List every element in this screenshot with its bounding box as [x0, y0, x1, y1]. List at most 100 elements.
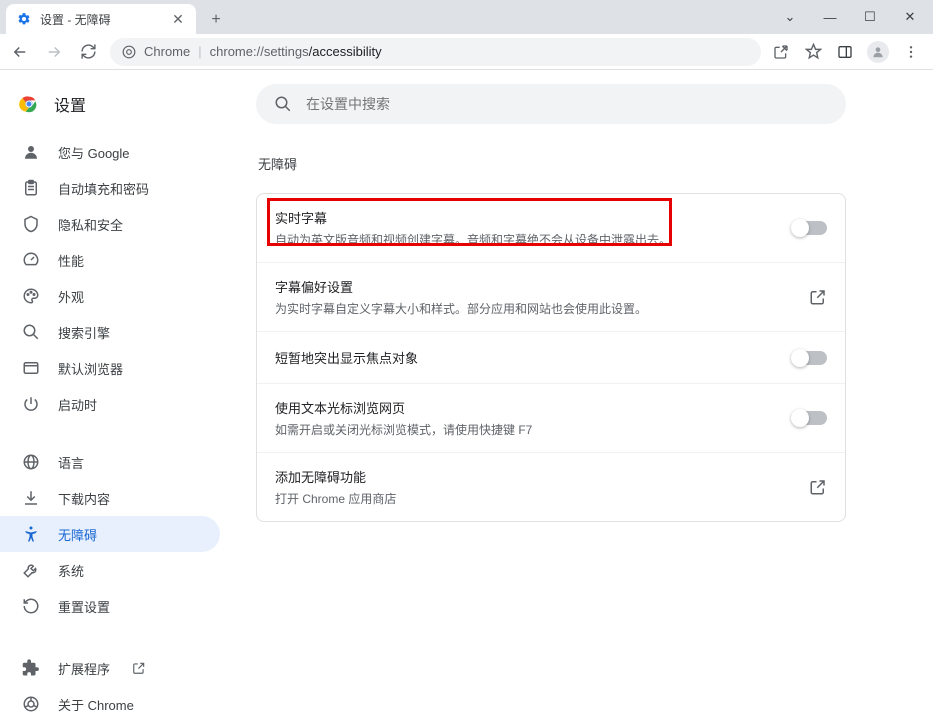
live-caption-toggle[interactable]: [793, 221, 827, 235]
person-icon: [22, 143, 40, 161]
omnibox-host: chrome://settings: [210, 44, 309, 59]
caret-browsing-toggle[interactable]: [793, 411, 827, 425]
settings-favicon-icon: [16, 11, 32, 27]
sidebar-item-default-browser[interactable]: 默认浏览器: [0, 350, 220, 386]
sidebar-item-label: 语言: [58, 453, 84, 472]
new-tab-button[interactable]: +: [202, 6, 230, 34]
sidebar-item-label: 默认浏览器: [58, 359, 123, 378]
sidebar-item-label: 无障碍: [58, 525, 97, 544]
settings-page: 设置 您与 Google 自动填充和密码 隐私和安全 性能 外观: [0, 70, 933, 687]
sidebar-item-reset[interactable]: 重置设置: [0, 588, 220, 624]
profile-avatar-icon[interactable]: [867, 41, 889, 63]
palette-icon: [22, 287, 40, 305]
settings-search-input[interactable]: [306, 96, 828, 112]
row-title: 字幕偏好设置: [275, 277, 809, 296]
sidebar-title: 设置: [54, 92, 86, 116]
accessibility-icon: [22, 525, 40, 543]
sidebar-item-label: 搜索引擎: [58, 323, 110, 342]
row-subtitle: 为实时字幕自定义字幕大小和样式。部分应用和网站也会使用此设置。: [275, 300, 809, 317]
share-icon[interactable]: [771, 42, 791, 62]
download-icon: [22, 489, 40, 507]
sidebar-item-label: 启动时: [58, 395, 97, 414]
side-panel-icon[interactable]: [835, 42, 855, 62]
row-title: 实时字幕: [275, 208, 793, 227]
row-title: 添加无障碍功能: [275, 467, 809, 486]
row-subtitle: 如需开启或关闭光标浏览模式，请使用快捷键 F7: [275, 421, 793, 438]
row-subtitle: 自动为英文版音频和视频创建字幕。音频和字幕绝不会从设备中泄露出去。: [275, 231, 793, 248]
row-live-caption[interactable]: 实时字幕 自动为英文版音频和视频创建字幕。音频和字幕绝不会从设备中泄露出去。: [257, 194, 845, 263]
sidebar-item-extensions[interactable]: 扩展程序: [0, 650, 220, 686]
sidebar: 设置 您与 Google 自动填充和密码 隐私和安全 性能 外观: [0, 70, 238, 687]
sidebar-item-languages[interactable]: 语言: [0, 444, 220, 480]
clipboard-icon: [22, 179, 40, 197]
sidebar-item-label: 重置设置: [58, 597, 110, 616]
sidebar-item-downloads[interactable]: 下载内容: [0, 480, 220, 516]
external-link-icon: [132, 661, 146, 675]
forward-button[interactable]: [42, 40, 66, 64]
tab-title: 设置 - 无障碍: [40, 11, 170, 28]
extension-icon: [22, 659, 40, 677]
sidebar-item-label: 下载内容: [58, 489, 110, 508]
chrome-site-icon: [122, 45, 136, 59]
row-subtitle: 打开 Chrome 应用商店: [275, 490, 809, 507]
power-icon: [22, 395, 40, 413]
reload-button[interactable]: [76, 40, 100, 64]
sidebar-item-label: 自动填充和密码: [58, 179, 149, 198]
omnibox-scheme: Chrome: [144, 44, 190, 59]
search-icon: [274, 95, 292, 113]
focus-highlight-toggle[interactable]: [793, 351, 827, 365]
sidebar-item-on-startup[interactable]: 启动时: [0, 386, 220, 422]
sidebar-item-label: 扩展程序: [58, 659, 110, 678]
speedometer-icon: [22, 251, 40, 269]
sidebar-item-about-chrome[interactable]: 关于 Chrome: [0, 686, 220, 722]
restore-icon: [22, 597, 40, 615]
close-tab-icon[interactable]: ✕: [170, 11, 186, 27]
row-title: 使用文本光标浏览网页: [275, 398, 793, 417]
external-link-icon: [809, 288, 827, 306]
omnibox[interactable]: Chrome | chrome://settings/accessibility: [110, 38, 761, 66]
sidebar-item-accessibility[interactable]: 无障碍: [0, 516, 220, 552]
close-window-icon[interactable]: ✕: [899, 9, 921, 25]
row-caret-browsing[interactable]: 使用文本光标浏览网页 如需开启或关闭光标浏览模式，请使用快捷键 F7: [257, 384, 845, 453]
shield-icon: [22, 215, 40, 233]
sidebar-item-label: 隐私和安全: [58, 215, 123, 234]
row-caption-preferences[interactable]: 字幕偏好设置 为实时字幕自定义字幕大小和样式。部分应用和网站也会使用此设置。: [257, 263, 845, 332]
bookmark-star-icon[interactable]: [803, 42, 823, 62]
sidebar-item-label: 外观: [58, 287, 84, 306]
chrome-outline-icon: [22, 695, 40, 713]
row-focus-highlight[interactable]: 短暂地突出显示焦点对象: [257, 332, 845, 384]
omnibox-path: /accessibility: [309, 44, 382, 59]
browser-tab[interactable]: 设置 - 无障碍 ✕: [6, 4, 196, 34]
maximize-icon[interactable]: ☐: [859, 9, 881, 25]
sidebar-item-search-engine[interactable]: 搜索引擎: [0, 314, 220, 350]
chrome-logo-icon: [18, 93, 40, 115]
sidebar-item-system[interactable]: 系统: [0, 552, 220, 588]
sidebar-item-label: 性能: [58, 251, 84, 270]
sidebar-item-autofill[interactable]: 自动填充和密码: [0, 170, 220, 206]
minimize-icon[interactable]: —: [819, 10, 841, 25]
row-title: 短暂地突出显示焦点对象: [275, 348, 793, 367]
globe-icon: [22, 453, 40, 471]
main-panel: 无障碍 实时字幕 自动为英文版音频和视频创建字幕。音频和字幕绝不会从设备中泄露出…: [238, 70, 933, 687]
back-button[interactable]: [8, 40, 32, 64]
external-link-icon: [809, 478, 827, 496]
browser-toolbar: Chrome | chrome://settings/accessibility: [0, 34, 933, 70]
settings-search[interactable]: [256, 84, 846, 124]
window-controls: ⌄ — ☐ ✕: [779, 0, 933, 34]
chevron-down-icon[interactable]: ⌄: [779, 9, 801, 25]
sidebar-header: 设置: [0, 84, 238, 134]
sidebar-item-performance[interactable]: 性能: [0, 242, 220, 278]
sidebar-item-label: 您与 Google: [58, 143, 130, 162]
wrench-icon: [22, 561, 40, 579]
browser-titlebar: 设置 - 无障碍 ✕ + ⌄ — ☐ ✕: [0, 0, 933, 34]
accessibility-card: 实时字幕 自动为英文版音频和视频创建字幕。音频和字幕绝不会从设备中泄露出去。 字…: [256, 193, 846, 522]
sidebar-item-appearance[interactable]: 外观: [0, 278, 220, 314]
sidebar-item-label: 系统: [58, 561, 84, 580]
browser-window-icon: [22, 359, 40, 377]
sidebar-item-you-and-google[interactable]: 您与 Google: [0, 134, 220, 170]
kebab-menu-icon[interactable]: [901, 42, 921, 62]
row-add-accessibility-features[interactable]: 添加无障碍功能 打开 Chrome 应用商店: [257, 453, 845, 521]
sidebar-item-privacy[interactable]: 隐私和安全: [0, 206, 220, 242]
section-title: 无障碍: [256, 154, 903, 173]
sidebar-item-label: 关于 Chrome: [58, 695, 134, 714]
